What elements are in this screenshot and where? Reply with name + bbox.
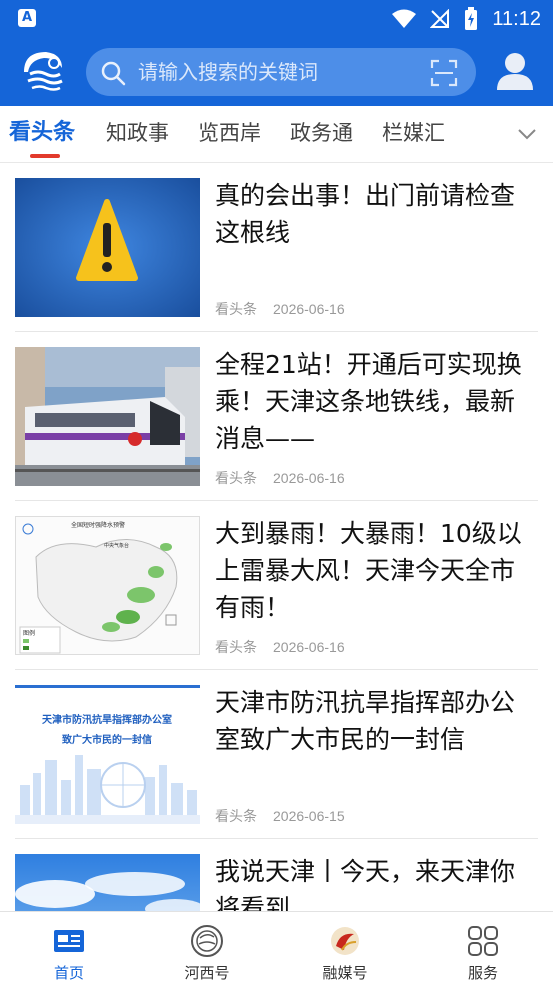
news-title: 我说天津丨今天，来天津你将看到 [215, 857, 516, 911]
news-source: 看头条 [215, 301, 257, 317]
map-title: 全国短时强降水预警 [71, 521, 125, 529]
chevron-down-icon[interactable] [517, 124, 537, 144]
news-title: 天津市防汛抗旱指挥部办公室致广大市民的一封信 [215, 688, 516, 754]
sky-clouds-image [15, 854, 200, 911]
media-logo-icon [331, 927, 359, 955]
status-icons: 11:12 [392, 0, 541, 38]
nav-hexi[interactable]: 河西号 [138, 912, 276, 983]
nav-rongmei[interactable]: 融媒号 [276, 912, 414, 983]
tab-zhizhengshi[interactable]: 知政事 [106, 106, 169, 160]
nav-label: 融媒号 [322, 964, 368, 982]
nav-home[interactable]: 首页 [0, 912, 138, 983]
news-date: 2026-06-16 [273, 470, 345, 486]
signal-off-icon [430, 9, 450, 28]
news-source: 看头条 [215, 639, 257, 655]
news-title: 全程21站！开通后可实现换乘！天津这条地铁线，最新消息—— [215, 350, 522, 453]
news-thumbnail [15, 347, 200, 486]
metro-train-image [15, 347, 200, 486]
tab-zhengwutong[interactable]: 政务通 [290, 106, 353, 160]
letter-subheading: 致广大市民的一封信 [62, 733, 152, 746]
app-header: 请输入搜索的关键词 [0, 38, 553, 106]
wifi-icon [392, 9, 417, 28]
tab-lanmeihui[interactable]: 栏媒汇 [382, 106, 445, 160]
news-thumbnail: 天津市防汛抗旱指挥部办公室 致广大市民的一封信 [15, 685, 200, 824]
news-item[interactable]: 我说天津丨今天，来天津你将看到 [15, 839, 538, 911]
news-item[interactable]: 天津市防汛抗旱指挥部办公室 致广大市民的一封信 天津市防汛抗旱指挥部办公室致广大… [15, 670, 538, 839]
letter-heading: 天津市防汛抗旱指挥部办公室 [42, 713, 172, 726]
news-thumbnail [15, 854, 200, 911]
news-thumbnail [15, 178, 200, 317]
home-news-icon [54, 930, 84, 952]
scan-icon[interactable] [430, 59, 458, 87]
news-meta: 看头条 2026-06-16 [215, 637, 345, 657]
status-time: 11:12 [492, 7, 541, 30]
grid-apps-icon [468, 926, 498, 956]
nav-label: 首页 [53, 964, 84, 982]
search-icon [101, 61, 126, 86]
map-source: 中央气象台 [104, 542, 129, 549]
rain-forecast-map-image: 图例 全国短时强降水预警 中央气象台 [16, 517, 199, 654]
nav-services[interactable]: 服务 [414, 912, 552, 983]
category-tabs: 看头条 知政事 览西岸 政务通 栏媒汇 [0, 106, 553, 163]
status-bar: A 11:12 [0, 0, 553, 38]
news-item[interactable]: 真的会出事！出门前请检查这根线 看头条 2026-06-16 [15, 163, 538, 332]
news-title: 大到暴雨！大暴雨！10级以上雷暴大风！天津今天全市有雨！ [215, 519, 522, 622]
bottom-navigation: 首页 河西号 融媒号 服务 [0, 911, 553, 983]
app-logo-icon[interactable] [16, 46, 68, 98]
news-meta: 看头条 2026-06-16 [215, 299, 345, 319]
hexi-circle-icon [191, 925, 223, 957]
news-thumbnail: 图例 全国短时强降水预警 中央气象台 [15, 516, 200, 655]
news-item[interactable]: 图例 全国短时强降水预警 中央气象台 大到暴雨！大暴雨！10级以上雷暴大风！天津… [15, 501, 538, 670]
battery-icon [465, 7, 478, 30]
warning-sign-icon [15, 178, 200, 317]
news-source: 看头条 [215, 808, 257, 824]
map-legend-label: 图例 [23, 629, 35, 637]
nav-label: 河西号 [184, 964, 230, 982]
news-date: 2026-06-16 [273, 639, 345, 655]
news-meta: 看头条 2026-06-16 [215, 468, 345, 488]
news-date: 2026-06-16 [273, 301, 345, 317]
search-bar[interactable]: 请输入搜索的关键词 [86, 48, 476, 96]
app-notification-icon: A [18, 9, 36, 27]
news-date: 2026-06-15 [273, 808, 345, 824]
app-screen: A 11:12 请输入搜索的关键词 看头条 知政事 览西岸 政务通 栏媒汇 真的… [0, 0, 553, 983]
tab-kantoutiao[interactable]: 看头条 [9, 106, 75, 160]
news-list: 真的会出事！出门前请检查这根线 看头条 2026-06-16 全程21站！开通后… [0, 163, 553, 911]
news-meta: 看头条 2026-06-15 [215, 806, 345, 826]
nav-label: 服务 [467, 964, 498, 982]
news-item[interactable]: 全程21站！开通后可实现换乘！天津这条地铁线，最新消息—— 看头条 2026-06… [15, 332, 538, 501]
news-source: 看头条 [215, 470, 257, 486]
tab-lanxian[interactable]: 览西岸 [198, 106, 261, 160]
news-title: 真的会出事！出门前请检查这根线 [215, 181, 516, 247]
user-profile-icon[interactable] [495, 50, 535, 92]
active-tab-indicator [30, 154, 60, 158]
search-placeholder: 请输入搜索的关键词 [138, 60, 318, 84]
letter-skyline-image: 天津市防汛抗旱指挥部办公室 致广大市民的一封信 [15, 685, 200, 824]
